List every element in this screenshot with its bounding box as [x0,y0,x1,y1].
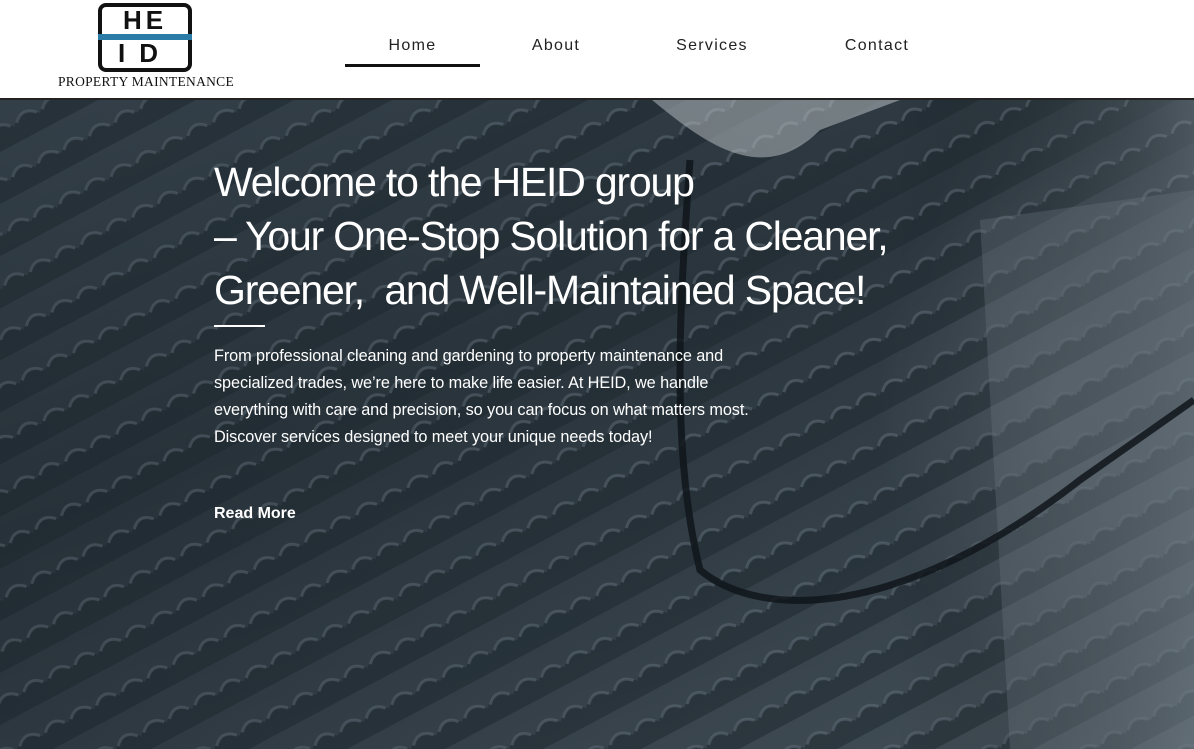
hero-title: Welcome to the HEID group – Your One-Sto… [214,159,889,313]
nav-contact[interactable]: Contact [835,28,919,67]
logo-top-letters: HE [98,3,192,36]
nav-home[interactable]: Home [345,28,480,67]
logo-tagline: PROPERTY MAINTENANCE [57,74,235,89]
title-divider [214,325,265,327]
site-header: HE ID PROPERTY MAINTENANCE Home About Se… [0,0,1194,100]
hero-description: From professional cleaning and gardening… [214,347,749,446]
logo-bottom-letters: ID [98,40,192,72]
nav-services[interactable]: Services [663,28,761,67]
nav-about[interactable]: About [515,28,597,67]
read-more-link[interactable]: Read More [214,505,296,523]
heid-logo[interactable]: HE ID PROPERTY MAINTENANCE [52,3,240,89]
